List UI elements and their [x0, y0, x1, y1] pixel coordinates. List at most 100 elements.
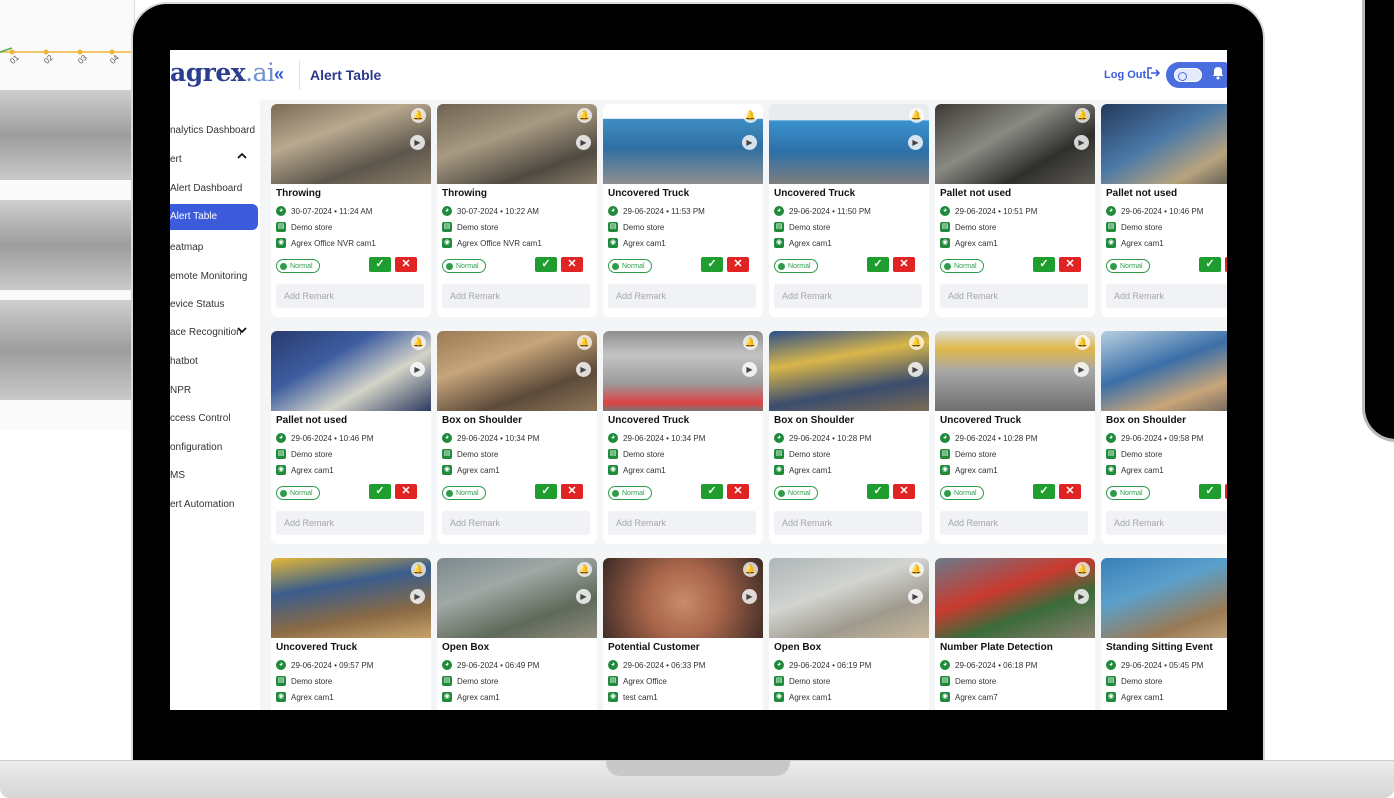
approve-button[interactable]: ✓: [867, 484, 889, 499]
reject-button[interactable]: ✕: [561, 484, 583, 499]
bell-icon[interactable]: 🔔: [577, 562, 592, 577]
reject-button[interactable]: ✕: [561, 257, 583, 272]
agrex-logo[interactable]: agrex.ai: [170, 58, 275, 87]
bell-icon[interactable]: 🔔: [909, 335, 924, 350]
remark-input[interactable]: [940, 511, 1088, 535]
alert-thumbnail[interactable]: [603, 104, 763, 184]
play-icon[interactable]: ▶: [410, 362, 425, 377]
sidebar-item-anpr[interactable]: NPR: [170, 385, 191, 396]
bell-icon[interactable]: 🔔: [411, 562, 426, 577]
alert-card[interactable]: 🔔 ▶ Standing Sitting Event ◕29-06-2024 •…: [1101, 558, 1227, 710]
bell-icon[interactable]: 🔔: [411, 108, 426, 123]
alert-thumbnail[interactable]: [603, 331, 763, 411]
alert-thumbnail[interactable]: [1101, 104, 1227, 184]
theme-toggle[interactable]: [1166, 62, 1227, 88]
play-icon[interactable]: ▶: [742, 362, 757, 377]
alert-card[interactable]: 🔔 ▶ Open Box ◕ 29-06-2024 • 06:49 PM ▤ Dem…: [437, 558, 597, 710]
collapse-sidebar-icon[interactable]: «: [274, 64, 284, 85]
remark-input[interactable]: [1106, 511, 1227, 535]
bell-icon[interactable]: 🔔: [1075, 562, 1090, 577]
approve-button[interactable]: ✓: [369, 257, 391, 272]
toggle-knob[interactable]: [1174, 68, 1202, 82]
approve-button[interactable]: ✓: [701, 484, 723, 499]
approve-button[interactable]: ✓: [1033, 484, 1055, 499]
alert-card[interactable]: 🔔 ▶ Box on Shoulder ◕29-06-2024 • 09:58 …: [1101, 331, 1227, 544]
alert-card[interactable]: 🔔 ▶ Number Plate Detection ◕ 29-06-2024 •…: [935, 558, 1095, 710]
alert-card[interactable]: 🔔 ▶ Potential Customer ◕ 29-06-2024 • 06:…: [603, 558, 763, 710]
play-icon[interactable]: ▶: [410, 589, 425, 604]
bell-icon[interactable]: 🔔: [743, 562, 758, 577]
play-icon[interactable]: ▶: [576, 589, 591, 604]
sidebar-item-analytics-dashboard[interactable]: nalytics Dashboard: [170, 125, 255, 136]
alert-thumbnail[interactable]: [271, 331, 431, 411]
reject-button[interactable]: ✕: [395, 257, 417, 272]
sidebar-item-heatmap[interactable]: eatmap: [170, 242, 203, 253]
sidebar-item-remote-monitoring[interactable]: emote Monitoring: [170, 271, 247, 282]
alert-card[interactable]: 🔔 ▶ Throwing ◕ 30-07-2024 • 11:24 AM ▤ Dem…: [271, 104, 431, 317]
alert-card[interactable]: 🔔 ▶ Pallet not used ◕ 29-06-2024 • 10:51 …: [935, 104, 1095, 317]
alert-card[interactable]: 🔔 ▶ Throwing ◕ 30-07-2024 • 10:22 AM ▤ Dem…: [437, 104, 597, 317]
approve-button[interactable]: ✓: [535, 484, 557, 499]
sidebar-item-configuration[interactable]: onfiguration: [170, 442, 222, 453]
alert-thumbnail[interactable]: [1101, 331, 1227, 411]
reject-button[interactable]: ✕: [395, 484, 417, 499]
reject-button[interactable]: ✕: [727, 257, 749, 272]
bell-icon[interactable]: 🔔: [411, 335, 426, 350]
reject-button[interactable]: ✕: [1059, 257, 1081, 272]
alert-thumbnail[interactable]: [769, 104, 929, 184]
bell-icon[interactable]: 🔔: [743, 335, 758, 350]
alert-thumbnail[interactable]: [935, 558, 1095, 638]
alert-card[interactable]: 🔔 ▶ Uncovered Truck ◕ 29-06-2024 • 11:50 …: [769, 104, 929, 317]
alert-card[interactable]: 🔔 ▶ Box on Shoulder ◕ 29-06-2024 • 10:28 …: [769, 331, 929, 544]
alert-thumbnail[interactable]: [769, 558, 929, 638]
approve-button[interactable]: ✓: [1199, 484, 1221, 499]
remark-input[interactable]: [276, 284, 424, 308]
remark-input[interactable]: [774, 284, 922, 308]
reject-button[interactable]: ✕: [1225, 484, 1227, 499]
bell-icon[interactable]: 🔔: [909, 562, 924, 577]
approve-button[interactable]: ✓: [867, 257, 889, 272]
bell-icon[interactable]: 🔔: [743, 108, 758, 123]
bell-icon[interactable]: [1212, 66, 1224, 83]
alert-thumbnail[interactable]: [1101, 558, 1227, 638]
alert-thumbnail[interactable]: [603, 558, 763, 638]
sidebar-item-alert-table[interactable]: Alert Table: [170, 204, 258, 230]
approve-button[interactable]: ✓: [701, 257, 723, 272]
play-icon[interactable]: ▶: [576, 362, 591, 377]
sidebar-item-chatbot[interactable]: hatbot: [170, 356, 198, 367]
alert-card[interactable]: 🔔 ▶ Uncovered Truck ◕ 29-06-2024 • 09:57 …: [271, 558, 431, 710]
approve-button[interactable]: ✓: [1199, 257, 1221, 272]
remark-input[interactable]: [608, 511, 756, 535]
alert-thumbnail[interactable]: [769, 331, 929, 411]
play-icon[interactable]: ▶: [908, 135, 923, 150]
bell-icon[interactable]: 🔔: [1075, 335, 1090, 350]
alert-thumbnail[interactable]: [935, 331, 1095, 411]
alert-thumbnail[interactable]: [271, 558, 431, 638]
approve-button[interactable]: ✓: [1033, 257, 1055, 272]
bell-icon[interactable]: 🔔: [1075, 108, 1090, 123]
alert-card[interactable]: 🔔 ▶ Open Box ◕ 29-06-2024 • 06:19 PM ▤ Dem…: [769, 558, 929, 710]
remark-input[interactable]: [608, 284, 756, 308]
play-icon[interactable]: ▶: [742, 135, 757, 150]
remark-input[interactable]: [442, 511, 590, 535]
alert-card[interactable]: 🔔 ▶ Uncovered Truck ◕ 29-06-2024 • 10:28 …: [935, 331, 1095, 544]
alert-card[interactable]: 🔔 ▶ Uncovered Truck ◕ 29-06-2024 • 10:34 …: [603, 331, 763, 544]
alert-thumbnail[interactable]: [437, 104, 597, 184]
chevron-up-icon[interactable]: [237, 152, 247, 163]
sidebar-item-device-status[interactable]: evice Status: [170, 299, 224, 310]
sidebar-item-access-control[interactable]: ccess Control: [170, 413, 231, 424]
alert-thumbnail[interactable]: [935, 104, 1095, 184]
play-icon[interactable]: ▶: [1074, 362, 1089, 377]
sidebar-item-alert[interactable]: ert: [170, 154, 182, 165]
bell-icon[interactable]: 🔔: [909, 108, 924, 123]
play-icon[interactable]: ▶: [742, 589, 757, 604]
remark-input[interactable]: [940, 284, 1088, 308]
logout-button[interactable]: Log Out: [1104, 69, 1146, 81]
logout-icon[interactable]: [1146, 66, 1161, 83]
alert-card[interactable]: 🔔 ▶ Pallet not used ◕ 29-06-2024 • 10:46 …: [271, 331, 431, 544]
play-icon[interactable]: ▶: [410, 135, 425, 150]
alert-thumbnail[interactable]: [271, 104, 431, 184]
play-icon[interactable]: ▶: [1074, 589, 1089, 604]
sidebar-item-face-recognition[interactable]: ace Recognition: [170, 327, 242, 338]
reject-button[interactable]: ✕: [893, 484, 915, 499]
